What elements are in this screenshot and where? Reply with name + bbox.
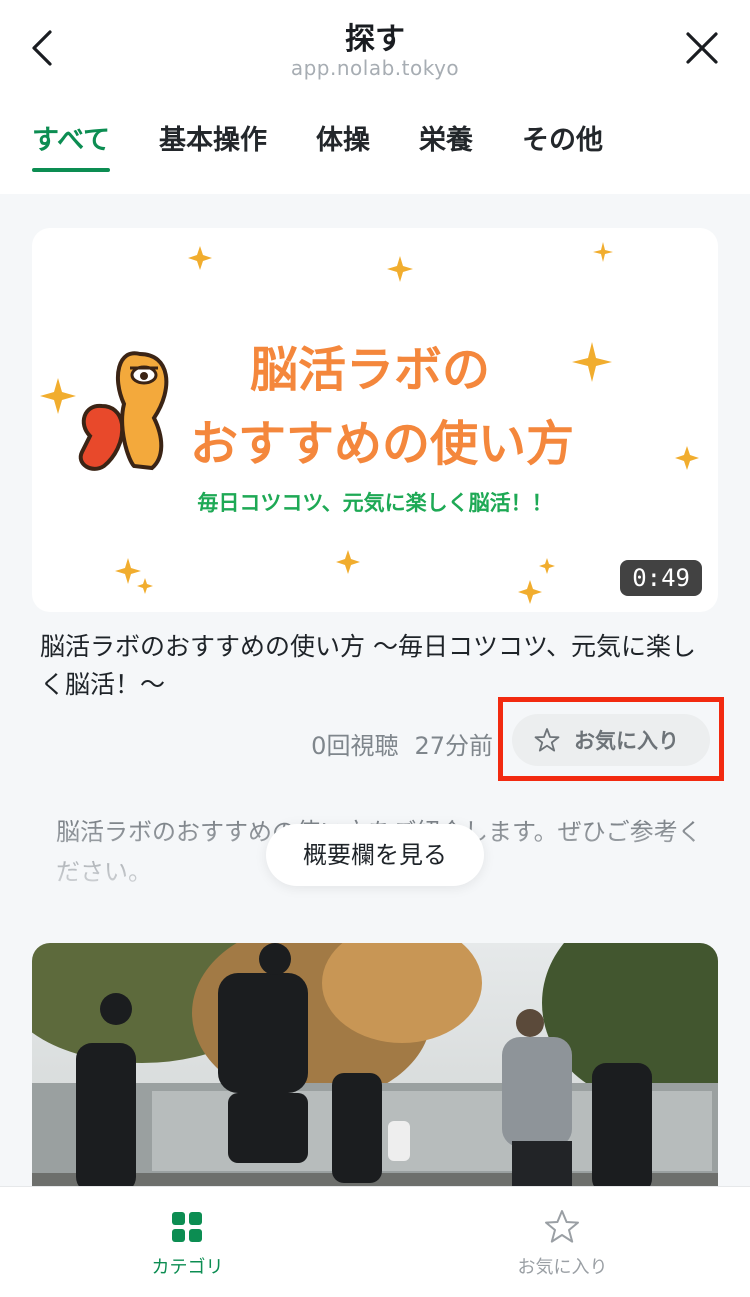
thumbnail-heading-2: おすすめの使い方 [190, 416, 574, 472]
tab-other[interactable]: その他 [522, 112, 603, 172]
tab-basic-operations[interactable]: 基本操作 [159, 112, 267, 172]
bottom-navigation: カテゴリ お気に入り [0, 1186, 750, 1297]
tab-all[interactable]: すべて [32, 112, 111, 172]
tab-exercise[interactable]: 体操 [316, 112, 370, 172]
video-thumbnail[interactable]: 脳活ラボの おすすめの使い方 毎日コツコツ、元気に楽しく脳活！！ 0:49 [32, 228, 718, 612]
thumbnail-heading-1: 脳活ラボの [250, 342, 490, 398]
nav-favorites[interactable]: お気に入り [375, 1187, 750, 1297]
page-url: app.nolab.tokyo [290, 56, 460, 80]
see-more-button[interactable]: 概要欄を見る [266, 824, 484, 886]
video-meta: 0回視聴 27分前 [311, 726, 493, 761]
close-icon [686, 32, 718, 64]
thumbnail-tagline: 毎日コツコツ、元気に楽しく脳活！！ [197, 491, 552, 515]
second-video-thumbnail[interactable] [32, 943, 718, 1203]
posted-time: 27分前 [414, 732, 493, 760]
nav-category[interactable]: カテゴリ [0, 1187, 375, 1297]
star-outline-icon [534, 728, 560, 752]
favorite-button-label: お気に入り [574, 729, 679, 753]
thumbnail-artwork: 脳活ラボの おすすめの使い方 毎日コツコツ、元気に楽しく脳活！！ [40, 242, 699, 604]
tab-nutrition[interactable]: 栄養 [419, 112, 473, 172]
view-count: 0回視聴 [311, 732, 399, 760]
grid-icon [172, 1212, 202, 1242]
category-tabs: すべて 基本操作 体操 栄養 その他 [32, 112, 652, 172]
favorite-button[interactable]: お気に入り [512, 714, 710, 766]
video-duration: 0:49 [620, 560, 702, 596]
mascot-logo [78, 351, 169, 471]
close-button[interactable] [682, 28, 722, 68]
outdoor-exercise-photo [32, 943, 718, 1203]
header: 探す app.nolab.tokyo すべて 基本操作 体操 栄養 その他 [0, 0, 750, 194]
video-title[interactable]: 脳活ラボのおすすめの使い方 〜毎日コツコツ、元気に楽しく脳活！〜 [40, 628, 720, 704]
page-title: 探す [345, 22, 405, 57]
nav-category-label: カテゴリ [151, 1257, 224, 1278]
nav-favorites-label: お気に入り [517, 1257, 608, 1278]
star-icon [545, 1210, 579, 1243]
